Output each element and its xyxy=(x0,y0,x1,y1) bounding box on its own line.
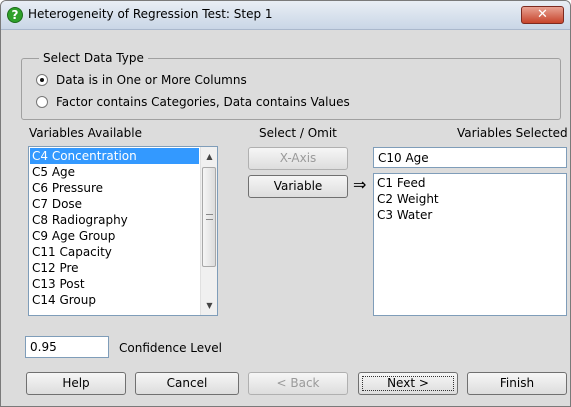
help-question-icon: ? xyxy=(7,7,23,23)
variable-selected-item[interactable]: C1 Feed xyxy=(375,175,565,191)
close-button[interactable]: ✕ xyxy=(521,6,564,24)
scroll-up-icon[interactable]: ▲ xyxy=(201,148,218,165)
variable-selected-item[interactable]: C2 Weight xyxy=(375,191,565,207)
cancel-button[interactable]: Cancel xyxy=(135,372,239,395)
dialog-body: Select Data Type Data is in One or More … xyxy=(1,31,570,406)
radio-label-columns: Data is in One or More Columns xyxy=(56,73,247,87)
confidence-level-label: Confidence Level xyxy=(119,341,222,355)
window-title: Heterogeneity of Regression Test: Step 1 xyxy=(28,7,273,21)
variable-available-item[interactable]: C12 Pre xyxy=(30,260,199,276)
finish-button[interactable]: Finish xyxy=(467,372,567,395)
variable-available-item[interactable]: C14 Group xyxy=(30,292,199,308)
radio-option-columns[interactable]: Data is in One or More Columns xyxy=(36,73,247,87)
radio-button-columns[interactable] xyxy=(36,74,48,86)
help-button[interactable]: Help xyxy=(26,372,126,395)
variables-available-label: Variables Available xyxy=(29,126,142,140)
variables-scrollbar[interactable]: ▲ ▼ xyxy=(200,147,217,315)
variable-selected-item[interactable]: C3 Water xyxy=(375,207,565,223)
radio-label-factor: Factor contains Categories, Data contain… xyxy=(56,95,350,109)
variable-available-item[interactable]: C7 Dose xyxy=(30,196,199,212)
title-bar[interactable]: ? Heterogeneity of Regression Test: Step… xyxy=(1,1,570,30)
variable-available-item[interactable]: C8 Radiography xyxy=(30,212,199,228)
confidence-level-field[interactable]: 0.95 xyxy=(25,336,109,358)
next-button[interactable]: Next > xyxy=(358,372,458,395)
data-type-legend: Select Data Type xyxy=(39,51,148,65)
dialog-window: ? Heterogeneity of Regression Test: Step… xyxy=(0,0,571,407)
scroll-thumb[interactable] xyxy=(202,167,216,267)
variable-button[interactable]: Variable xyxy=(248,175,348,198)
select-omit-label: Select / Omit xyxy=(259,126,337,140)
back-button[interactable]: < Back xyxy=(248,372,348,395)
variables-selected-list[interactable]: C1 Feed C2 Weight C3 Water xyxy=(373,173,567,316)
variable-available-item[interactable]: C11 Capacity xyxy=(30,244,199,260)
variable-available-item[interactable]: C4 Concentration xyxy=(30,148,199,164)
scroll-grip-icon xyxy=(206,214,213,220)
variable-available-item[interactable]: C9 Age Group xyxy=(30,228,199,244)
x-axis-button[interactable]: X-Axis xyxy=(248,147,348,170)
variables-available-list[interactable]: C4 Concentration C5 Age C6 Pressure C7 Dose… xyxy=(28,146,218,316)
radio-option-factor[interactable]: Factor contains Categories, Data contain… xyxy=(36,95,350,109)
scroll-down-icon[interactable]: ▼ xyxy=(201,297,218,314)
variable-available-item[interactable]: C6 Pressure xyxy=(30,180,199,196)
variable-available-item[interactable]: C5 Age xyxy=(30,164,199,180)
data-type-group xyxy=(21,58,561,120)
radio-button-factor[interactable] xyxy=(36,96,48,108)
x-axis-field[interactable]: C10 Age xyxy=(373,147,567,168)
arrow-right-icon: ⇒ xyxy=(353,175,367,194)
variable-available-item[interactable]: C13 Post xyxy=(30,276,199,292)
variables-selected-label: Variables Selected xyxy=(457,126,568,140)
